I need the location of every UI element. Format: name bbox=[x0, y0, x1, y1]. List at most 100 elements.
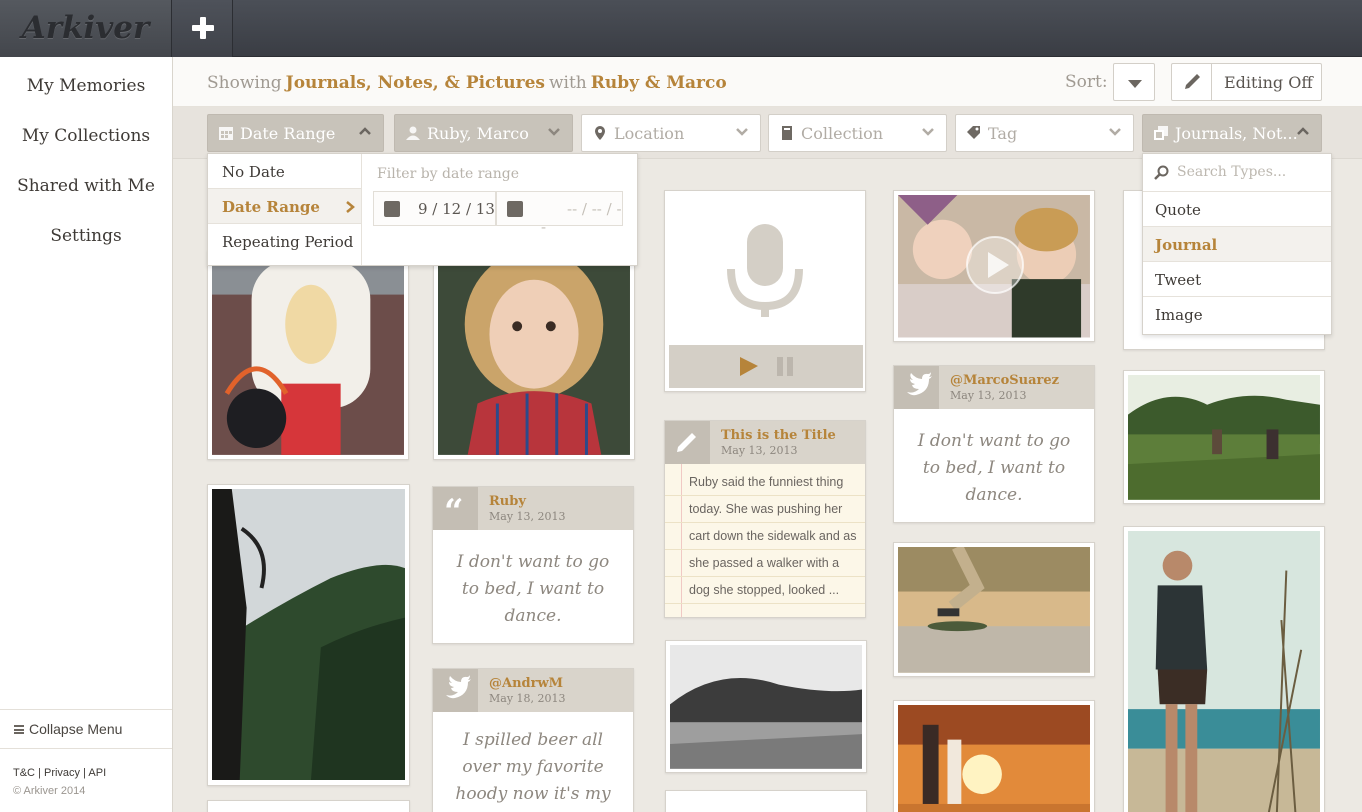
microphone-icon bbox=[727, 224, 803, 317]
search-types-input[interactable]: Search Types... bbox=[1143, 154, 1331, 192]
tweet-card[interactable]: @MarcoSuarez May 13, 2013 I don't want t… bbox=[893, 365, 1095, 523]
types-filter[interactable]: Journals, Not... bbox=[1142, 114, 1322, 152]
twitter-icon bbox=[433, 669, 478, 712]
pencil-icon bbox=[665, 421, 710, 464]
photo-card[interactable] bbox=[893, 700, 1095, 812]
api-link[interactable]: API bbox=[88, 767, 106, 779]
chevron-down-icon bbox=[736, 128, 748, 136]
photo-card[interactable] bbox=[1123, 370, 1325, 504]
chevron-up-icon bbox=[359, 127, 371, 135]
sidebar-item-shared-with-me[interactable]: Shared with Me bbox=[0, 176, 172, 196]
card-header: @MarcoSuarez May 13, 2013 bbox=[894, 366, 1094, 409]
photo-card[interactable] bbox=[433, 250, 635, 460]
photo-card[interactable] bbox=[665, 640, 867, 773]
pencil-icon bbox=[1172, 64, 1212, 100]
menu-icon bbox=[14, 725, 24, 734]
sidebar-item-settings[interactable]: Settings bbox=[0, 226, 172, 246]
end-date-field[interactable]: -- / -- / -- bbox=[496, 191, 623, 236]
filter-by-date-label: Filter by date range bbox=[377, 166, 520, 182]
photo-card[interactable] bbox=[893, 542, 1095, 677]
editing-toggle[interactable]: Editing Off bbox=[1171, 63, 1322, 101]
chevron-down-icon bbox=[548, 128, 560, 136]
person-icon bbox=[406, 126, 420, 140]
book-icon bbox=[782, 126, 792, 140]
play-icon bbox=[740, 357, 758, 376]
date-option-repeating-period[interactable]: Repeating Period bbox=[208, 224, 361, 259]
terms-link[interactable]: T&C bbox=[13, 767, 35, 779]
sidebar: My Memories My Collections Shared with M… bbox=[0, 57, 173, 812]
showing-summary: Showing Journals, Notes, & Pictures with Ru… bbox=[207, 73, 727, 93]
photo-coastal-cliff bbox=[212, 489, 405, 780]
calendar-add-icon bbox=[507, 201, 523, 217]
people-summary: Ruby & Marco bbox=[590, 73, 727, 93]
filter-bar: Date Range Ruby, Marco Location Collecti… bbox=[173, 107, 1362, 159]
location-pin-icon bbox=[595, 126, 605, 140]
photo-sunset-friends bbox=[898, 705, 1090, 812]
copy-icon bbox=[1154, 126, 1168, 140]
app-logo[interactable]: Arkiver bbox=[0, 0, 172, 57]
photo-card[interactable] bbox=[207, 800, 410, 812]
collapse-menu-button[interactable]: Collapse Menu bbox=[0, 709, 172, 749]
chevron-right-icon bbox=[346, 201, 355, 213]
photo-child-costume bbox=[212, 255, 404, 455]
photo-card[interactable] bbox=[1123, 526, 1325, 812]
tag-icon bbox=[967, 126, 980, 139]
sort-button[interactable] bbox=[1113, 63, 1155, 101]
footer-links: T&C | Privacy | API © Arkiver 2014 bbox=[13, 767, 107, 797]
tag-filter[interactable]: Tag bbox=[955, 114, 1134, 152]
start-date-field[interactable]: 9 / 12 / 13 bbox=[373, 191, 496, 226]
types-summary: Journals, Notes, & Pictures bbox=[285, 73, 545, 93]
types-dropdown: Search Types... Quote Journal Tweet Imag… bbox=[1142, 153, 1332, 335]
chevron-down-icon bbox=[1128, 80, 1142, 88]
photo-card[interactable] bbox=[207, 484, 410, 786]
collection-filter[interactable]: Collection bbox=[768, 114, 947, 152]
photo-man-at-beach bbox=[1128, 531, 1320, 812]
photo-skateboarder bbox=[898, 547, 1090, 673]
copyright-text: © Arkiver 2014 bbox=[13, 785, 86, 797]
photo-beach-bw bbox=[670, 645, 862, 769]
calendar-check-icon bbox=[384, 201, 400, 217]
photo-card[interactable] bbox=[665, 790, 867, 812]
sort-label: Sort: bbox=[1065, 72, 1108, 92]
type-option-tweet[interactable]: Tweet bbox=[1143, 262, 1331, 297]
location-filter[interactable]: Location bbox=[581, 114, 761, 152]
search-icon bbox=[1154, 165, 1169, 180]
quote-text: I don't want to go to bed, I want to dan… bbox=[456, 552, 610, 626]
quote-card[interactable]: “ Ruby May 13, 2013 I don't want to go t… bbox=[432, 486, 634, 644]
privacy-link[interactable]: Privacy bbox=[44, 767, 80, 779]
twitter-icon bbox=[894, 366, 939, 409]
photo-card[interactable] bbox=[207, 250, 409, 460]
sidebar-item-my-collections[interactable]: My Collections bbox=[0, 126, 172, 146]
card-header: “ Ruby May 13, 2013 bbox=[433, 487, 633, 532]
calendar-icon bbox=[219, 127, 233, 140]
video-card[interactable] bbox=[893, 190, 1095, 342]
card-header: @AndrwM May 18, 2013 bbox=[433, 669, 633, 712]
card-header: This is the Title May 13, 2013 bbox=[665, 421, 865, 464]
type-option-journal[interactable]: Journal bbox=[1143, 227, 1331, 262]
svg-text:“: “ bbox=[444, 492, 464, 530]
chevron-down-icon bbox=[1109, 128, 1121, 136]
date-option-no-date[interactable]: No Date bbox=[208, 154, 361, 189]
type-option-image[interactable]: Image bbox=[1143, 297, 1331, 332]
tweet-card[interactable]: @AndrwM May 18, 2013 I spilled beer all … bbox=[432, 668, 634, 812]
journal-body: Ruby said the funniest thing today. She … bbox=[665, 469, 865, 614]
audio-controls bbox=[669, 345, 863, 388]
photo-child-portrait bbox=[438, 255, 630, 455]
video-play-icon[interactable] bbox=[964, 234, 1026, 296]
tweet-text: I spilled beer all over my favorite hood… bbox=[455, 730, 611, 812]
type-option-quote[interactable]: Quote bbox=[1143, 192, 1331, 227]
photo-tall-grass bbox=[1128, 375, 1320, 500]
content-header: Showing Journals, Notes, & Pictures with Ru… bbox=[173, 57, 1362, 107]
people-filter[interactable]: Ruby, Marco bbox=[394, 114, 573, 152]
journal-card[interactable]: This is the Title May 13, 2013 Ruby said… bbox=[664, 420, 866, 618]
audio-card[interactable] bbox=[664, 190, 866, 392]
sidebar-item-my-memories[interactable]: My Memories bbox=[0, 76, 172, 96]
chevron-up-icon bbox=[1297, 127, 1309, 135]
date-option-date-range[interactable]: Date Range bbox=[208, 189, 361, 224]
quote-icon: “ bbox=[433, 487, 478, 532]
date-range-dropdown: No Date Date Range Repeating Period Filt… bbox=[207, 153, 638, 266]
pause-icon bbox=[777, 357, 783, 376]
date-range-filter[interactable]: Date Range bbox=[207, 114, 384, 152]
add-memory-button[interactable] bbox=[172, 0, 233, 57]
tweet-text: I don't want to go to bed, I want to dan… bbox=[917, 431, 1071, 505]
